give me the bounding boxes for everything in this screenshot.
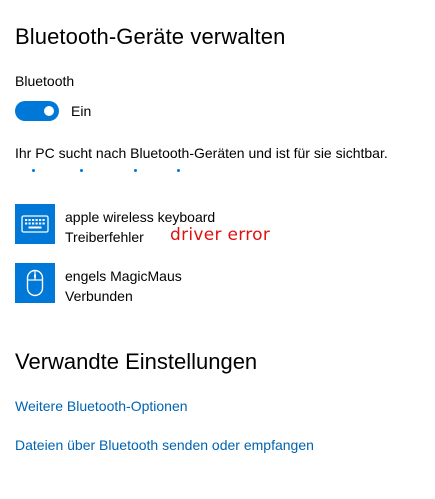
device-status: Verbunden	[65, 288, 133, 304]
progress-dot	[32, 169, 35, 172]
keyboard-icon	[15, 204, 55, 244]
progress-dot	[80, 169, 83, 172]
bluetooth-toggle-row: Ein	[15, 101, 91, 121]
searching-progress-dots	[15, 167, 215, 175]
bluetooth-toggle[interactable]	[15, 101, 59, 121]
device-name: engels MagicMaus	[65, 268, 182, 284]
progress-dot	[134, 169, 137, 172]
driver-error-annotation: driver error	[170, 225, 271, 245]
toggle-knob	[44, 106, 54, 116]
related-settings-heading: Verwandte Einstellungen	[15, 349, 258, 374]
page-title: Bluetooth-Geräte verwalten	[15, 24, 286, 49]
mouse-icon	[15, 263, 55, 303]
bluetooth-label: Bluetooth	[15, 73, 75, 89]
device-item-mouse[interactable]: engels MagicMaus Verbunden	[15, 263, 182, 306]
send-receive-files-link[interactable]: Dateien über Bluetooth senden oder empfa…	[15, 437, 314, 453]
bluetooth-status-text: Ihr PC sucht nach Bluetooth-Geräten und …	[15, 145, 388, 161]
device-name: apple wireless keyboard	[65, 209, 216, 225]
toggle-state-label: Ein	[71, 103, 92, 119]
progress-dot	[177, 169, 180, 172]
more-bluetooth-options-link[interactable]: Weitere Bluetooth-Optionen	[15, 398, 188, 414]
